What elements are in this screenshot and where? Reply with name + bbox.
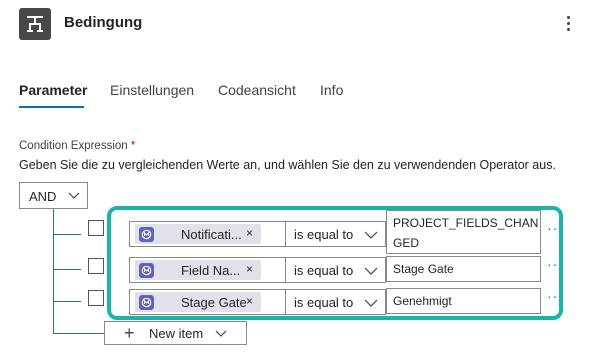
plus-icon: +	[124, 323, 135, 343]
required-marker: *	[130, 140, 136, 152]
condition-icon	[27, 16, 43, 32]
tree-branch-2	[53, 269, 81, 270]
chevron-down-icon	[215, 330, 227, 337]
tab-einstellungen[interactable]: Einstellungen	[110, 82, 194, 98]
chevron-down-icon	[68, 192, 80, 199]
highlight-box	[107, 206, 563, 320]
tab-codeansicht[interactable]: Codeansicht	[218, 82, 296, 98]
active-tab-indicator	[19, 106, 84, 108]
row-2-checkbox[interactable]	[88, 258, 104, 274]
row-1-checkbox[interactable]	[88, 220, 104, 236]
tab-info[interactable]: Info	[320, 82, 343, 98]
new-item-button[interactable]: + New item	[104, 321, 247, 345]
condition-expression-text: Condition Expression	[19, 140, 128, 152]
tree-vertical-line	[53, 209, 54, 333]
group-operator-dropdown[interactable]: AND	[19, 182, 88, 209]
row-3-checkbox[interactable]	[88, 290, 104, 306]
condition-expression-label: Condition Expression *	[19, 140, 135, 152]
tree-branch-new-item	[53, 333, 105, 334]
condition-app-icon	[19, 8, 51, 40]
condition-description: Geben Sie die zu vergleichenden Werte an…	[19, 158, 556, 172]
group-operator-value: AND	[29, 189, 57, 204]
tree-branch-3	[53, 301, 81, 302]
more-vertical-icon[interactable]	[562, 11, 576, 35]
action-title: Bedingung	[64, 14, 143, 31]
tree-branch-1	[53, 234, 81, 235]
tab-parameter[interactable]: Parameter	[19, 82, 88, 98]
new-item-label: New item	[149, 326, 204, 341]
